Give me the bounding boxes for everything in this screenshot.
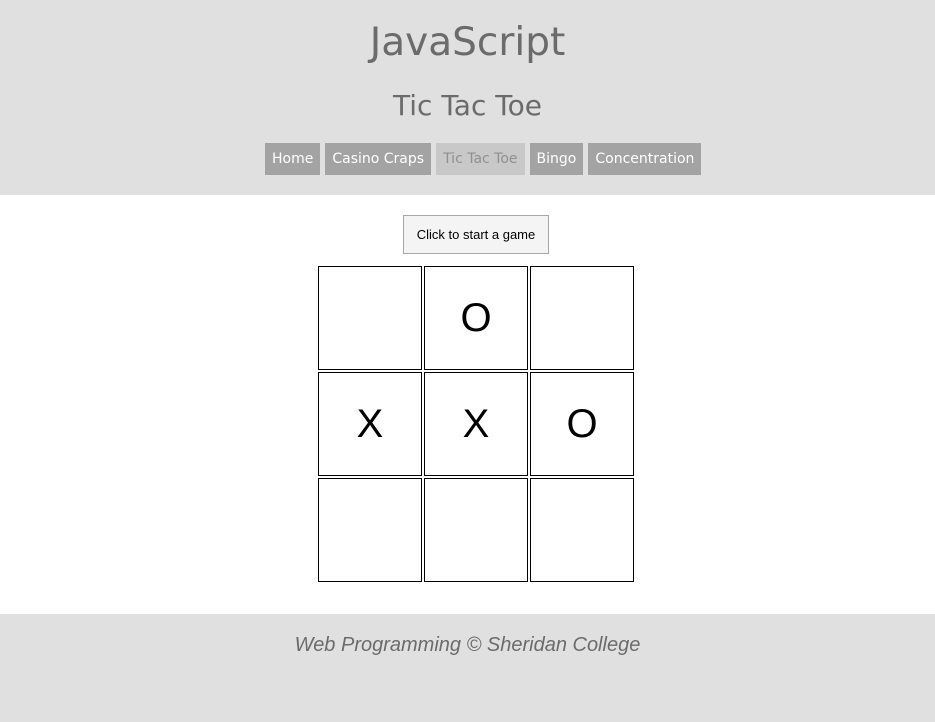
board-cell-r2-c1[interactable]: X	[318, 372, 422, 476]
board-cell-r1-c2[interactable]: O	[424, 266, 528, 370]
nav-item-casino-craps[interactable]: Casino Craps	[325, 143, 432, 175]
start-game-button[interactable]: Click to start a game	[403, 215, 549, 254]
nav-item-tic-tac-toe[interactable]: Tic Tac Toe	[436, 143, 525, 175]
board-cell-r3-c1[interactable]	[318, 478, 422, 582]
board-cell-r3-c2[interactable]	[424, 478, 528, 582]
main-nav: Home Casino Craps Tic Tac Toe Bingo Conc…	[265, 143, 702, 175]
board-cell-r2-c3[interactable]: O	[530, 372, 634, 476]
board-cell-r1-c3[interactable]	[530, 266, 634, 370]
board-cell-r3-c3[interactable]	[530, 478, 634, 582]
nav-item-concentration[interactable]: Concentration	[588, 143, 702, 175]
board-cell-r1-c1[interactable]	[318, 266, 422, 370]
nav-item-bingo[interactable]: Bingo	[529, 143, 584, 175]
game-area: Click to start a game O X X O	[0, 195, 935, 614]
footer-copyright: Web Programming © Sheridan College	[294, 634, 641, 656]
page-footer: Web Programming © Sheridan College	[0, 614, 935, 722]
nav-item-home[interactable]: Home	[265, 143, 321, 175]
tic-tac-toe-board: O X X O	[318, 266, 634, 582]
site-title: JavaScript	[369, 20, 566, 65]
page-header: JavaScript Tic Tac Toe Home Casino Craps…	[0, 0, 935, 195]
page-title: Tic Tac Toe	[393, 89, 542, 122]
board-cell-r2-c2[interactable]: X	[424, 372, 528, 476]
